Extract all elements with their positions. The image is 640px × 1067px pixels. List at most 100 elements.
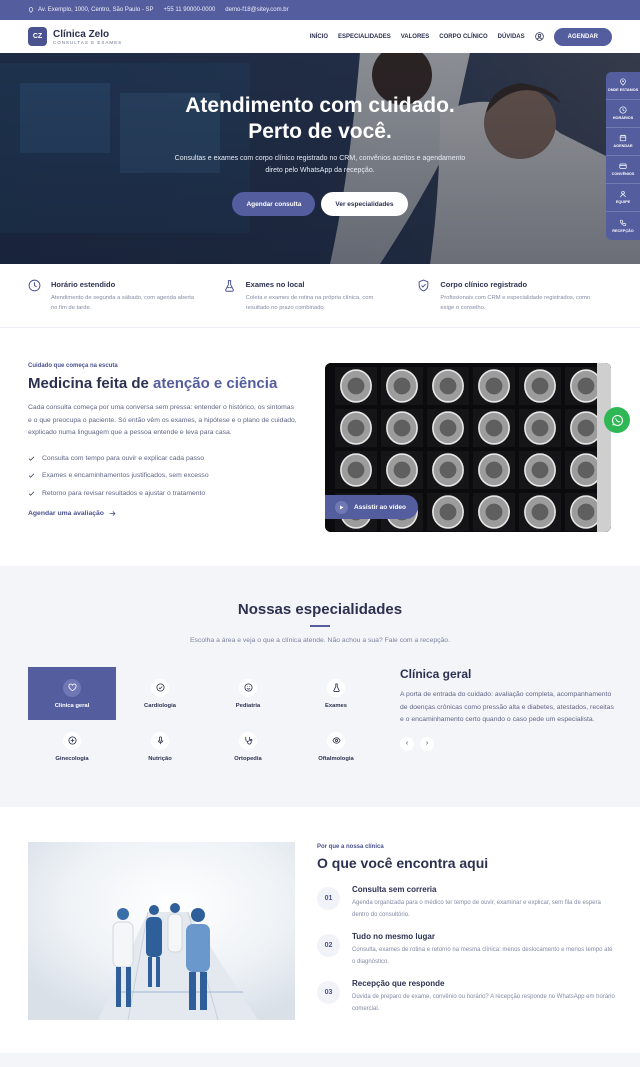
why-title: O que você encontra aqui [317,855,489,871]
specialty-tab-exames[interactable]: Exames [292,667,380,720]
feature-onsite-exams: Exames no local Coleta e exames de rotin… [223,280,418,327]
feature-registered-staff: Corpo clínico registrado Profissionais c… [417,279,612,327]
specialties-section: Nossas especialidades Escolha a área e v… [0,566,640,807]
map-pin-icon [620,78,626,86]
top-info-bar: Av. Exemplo, 1000, Centro, São Paulo - S… [0,0,640,20]
flask-icon [224,280,234,292]
specialty-tab-ortopedia[interactable]: Ortopedia [204,720,292,773]
shield-icon [419,279,429,292]
item-text: Agenda organizada para o médico ter temp… [352,900,601,918]
brand-name: Clínica Zelo [53,28,110,40]
specialty-tab-cardiologia[interactable]: Cardiologia [116,667,204,720]
heart-icon [67,683,77,692]
specialty-tab-ginecologia[interactable]: Ginecologia [28,720,116,773]
list-item: Retorno para revisar resultados e ajusta… [28,485,298,503]
feature-title: Corpo clínico registrado [440,280,528,289]
clock-icon [619,106,627,114]
why-section: Por que a nossa clínica O que você encon… [0,807,640,1052]
features-strip: Horário estendido Atendimento de segunda… [0,264,640,328]
specialties-intro: Escolha a área e veja o que a clínica at… [190,637,450,644]
flask-icon [332,683,340,692]
sidebar-item-reception[interactable]: RECEPÇÃO [606,212,640,240]
nav-item-especialidades[interactable]: ESPECIALIDADES [338,34,391,40]
sidebar-item-schedule[interactable]: AGENDAR [606,128,640,156]
sidebar-item-insurance[interactable]: CONVÊNIOS [606,156,640,184]
list-item: 01 Consulta sem correria Agenda organiza… [317,885,617,921]
specialty-detail-panel: Clínica geral A porta de entrada do cuid… [400,667,615,751]
list-item: Consulta com tempo para ouvir e explicar… [28,450,298,468]
team-icon [620,191,626,198]
specialty-detail-text: A porta de entrada do cuidado: avaliação… [400,691,614,723]
item-number: 03 [317,981,340,1004]
about-title: Medicina feita de atenção e ciência [28,375,278,392]
check-circle-icon [155,683,165,692]
nav-item-corpo-clinico[interactable]: CORPO CLÍNICO [439,34,487,40]
schedule-appointment-button[interactable]: Agendar consulta [232,192,316,216]
feature-title: Exames no local [245,280,305,289]
check-icon [28,473,35,479]
address-text: Av. Exemplo, 1000, Centro, São Paulo - S… [38,7,154,13]
site-header: CZ Clínica Zelo CONSULTAS E EXAMES INÍCI… [0,20,640,53]
main-nav: INÍCIO ESPECIALIDADES VALORES CORPO CLÍN… [310,27,612,46]
feature-text: Atendimento de segunda a sábado, com age… [51,295,195,311]
whatsapp-icon [611,414,623,426]
about-section: Cuidado que começa na escuta Medicina fe… [0,328,640,566]
sidebar-item-hours[interactable]: HORÁRIOS [606,100,640,128]
check-icon [28,491,35,496]
hero-subtitle: Consultas e exames com corpo clínico reg… [174,155,466,174]
specialties-grid: Clínica geral Cardiologia Pediatria Exam… [28,667,380,773]
card-icon [619,163,627,170]
phone-icon [619,219,627,226]
brand-tagline: CONSULTAS E EXAMES [53,39,123,45]
item-number: 02 [317,934,340,957]
phone-text[interactable]: +55 11 90000-0000 [164,7,216,13]
hero-title: Atendimento com cuidado. Perto de você. [185,94,455,143]
hero-section: Atendimento com cuidado. Perto de você. … [0,53,640,264]
why-eyebrow: Por que a nossa clínica [317,844,384,850]
user-icon[interactable] [534,32,544,41]
item-title: Tudo no mesmo lugar [352,932,435,941]
item-number: 01 [317,887,340,910]
specialty-tab-pediatria[interactable]: Pediatria [204,667,292,720]
eye-icon [331,737,341,744]
list-item: Exames e encaminhamentos justificados, s… [28,467,298,485]
title-divider [310,625,330,627]
view-specialties-button[interactable]: Ver especialidades [321,192,408,216]
about-checklist: Consulta com tempo para ouvir e explicar… [28,450,298,503]
specialty-tab-oftalmologia[interactable]: Oftalmologia [292,720,380,773]
next-section-edge [0,1053,640,1067]
whatsapp-button[interactable] [604,407,630,433]
stethoscope-icon [244,736,252,745]
next-button[interactable]: › [420,736,434,751]
schedule-button[interactable]: AGENDAR [553,27,612,46]
nav-item-duvidas[interactable]: DÚVIDAS [498,34,525,40]
email-text[interactable]: demo-f18@sitey.com.br [225,7,288,13]
specialty-tab-clinica-geral[interactable]: Clínica geral [28,667,116,720]
nav-item-inicio[interactable]: INÍCIO [310,34,328,40]
about-description: Cada consulta começa por uma conversa se… [28,404,297,436]
quick-access-sidebar: ONDE ESTAMOS HORÁRIOS AGENDAR CONVÊNIOS … [606,72,640,240]
list-item: 02 Tudo no mesmo lugar Consulta, exames … [317,932,617,968]
watch-video-button[interactable]: Assistir ao vídeo [325,495,419,519]
video-thumbnail[interactable]: Assistir ao vídeo [325,363,611,532]
schedule-evaluation-link[interactable]: Agendar uma avaliação [28,510,298,517]
brand-logo[interactable]: CZ Clínica Zelo CONSULTAS E EXAMES [28,27,122,46]
sidebar-item-team[interactable]: EQUIPE [606,184,640,212]
previous-button[interactable]: ‹ [400,736,414,751]
smile-icon [243,683,253,692]
specialties-title: Nossas especialidades [237,601,403,618]
map-pin-icon [28,7,34,13]
list-item: 03 Recepção que responde Dúvida de prepa… [317,979,617,1015]
logo-mark: CZ [28,27,47,46]
feature-extended-hours: Horário estendido Atendimento de segunda… [28,279,223,327]
feature-text: Profissionais com CRM e especialidade re… [440,295,591,311]
feature-text: Coleta e exames de rotina na própria clí… [245,295,374,311]
specialty-tab-nutricao[interactable]: Nutrição [116,720,204,773]
plus-circle-icon [67,736,77,745]
specialty-detail-title: Clínica geral [400,667,472,681]
sidebar-item-location[interactable]: ONDE ESTAMOS [606,72,640,100]
check-icon [28,456,35,461]
hero-content: Atendimento com cuidado. Perto de você. … [0,93,640,216]
item-title: Recepção que responde [352,979,445,988]
nav-item-valores[interactable]: VALORES [401,34,430,40]
